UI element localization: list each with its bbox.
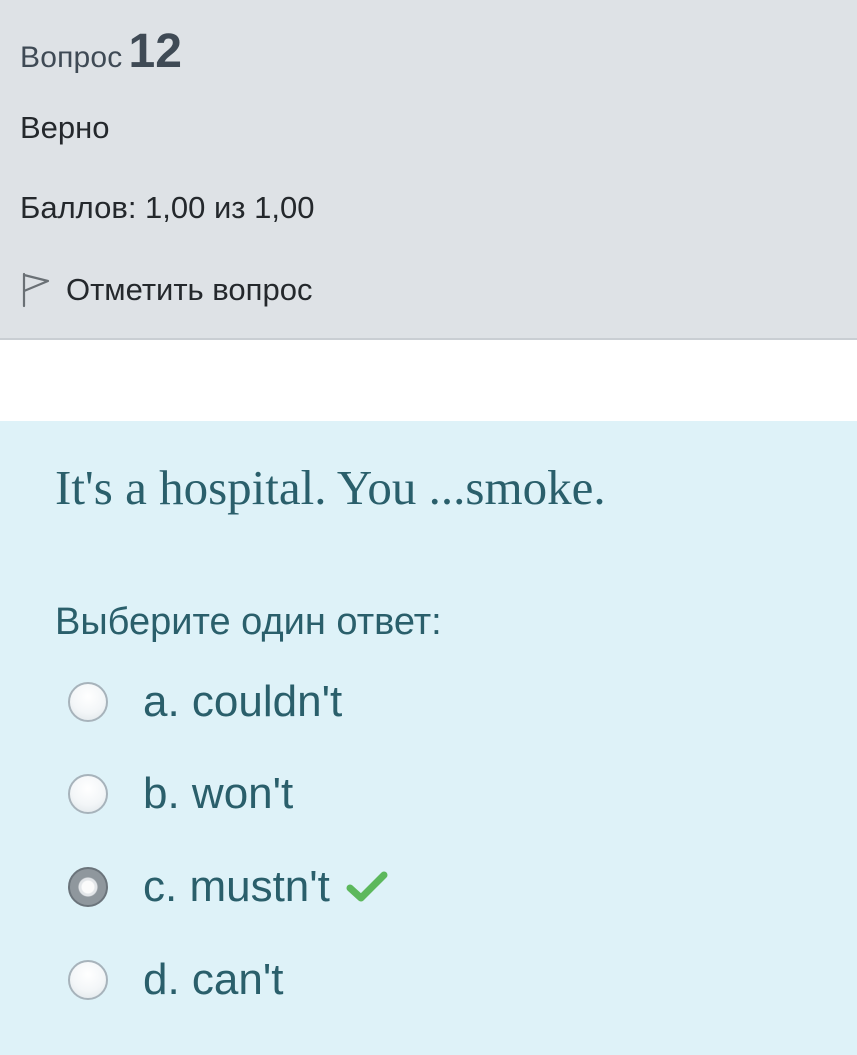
question-content: It's a hospital. You ...smoke. Выберите … [0, 421, 857, 1055]
question-number: 12 [128, 25, 182, 78]
flag-question-label: Отметить вопрос [66, 272, 313, 307]
answer-label-a[interactable]: a. couldn't [143, 677, 342, 727]
answer-radio-a[interactable] [68, 682, 108, 722]
answer-label-d[interactable]: d. can't [143, 955, 284, 1005]
answer-label-b[interactable]: b. won't [143, 769, 293, 819]
question-info-panel: Вопрос 12 Верно Баллов: 1,00 из 1,00 Отме… [0, 0, 857, 340]
question-state: Верно [20, 110, 110, 145]
answer-label-c[interactable]: c. mustn't [143, 862, 330, 912]
checkmark-icon [346, 870, 388, 904]
question-text: It's a hospital. You ...smoke. [55, 460, 606, 515]
flag-question-link[interactable]: Отметить вопрос [20, 268, 312, 312]
flag-outline-icon [20, 272, 50, 308]
answer-option[interactable]: d. can't [68, 955, 284, 1005]
answer-radio-c[interactable] [68, 867, 108, 907]
answer-radio-d[interactable] [68, 960, 108, 1000]
answer-option[interactable]: b. won't [68, 769, 293, 819]
question-word: Вопрос [20, 41, 123, 74]
answer-radio-b[interactable] [68, 774, 108, 814]
answer-option[interactable]: a. couldn't [68, 677, 342, 727]
answer-prompt: Выберите один ответ: [55, 601, 442, 643]
question-grade: Баллов: 1,00 из 1,00 [20, 190, 315, 225]
answer-option[interactable]: c. mustn't [68, 862, 388, 912]
question-heading: Вопрос 12 [20, 24, 182, 79]
